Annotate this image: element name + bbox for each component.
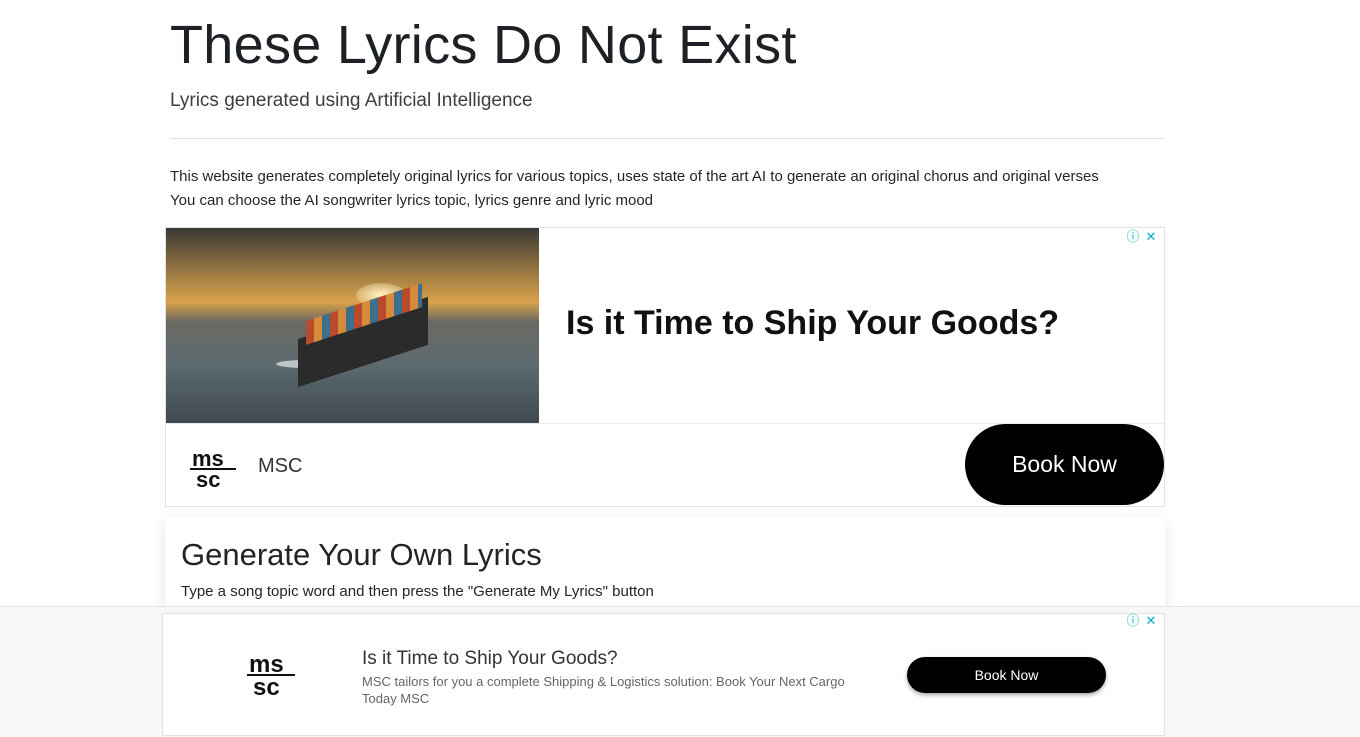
ad-brand-name[interactable]: MSC: [258, 455, 302, 478]
info-icon[interactable]: ⓘ: [1126, 614, 1140, 628]
anchor-ad[interactable]: ms sc Is it Time to Ship Your Goods? MSC…: [162, 613, 1165, 736]
card-instructions: Type a song topic word and then press th…: [181, 583, 654, 600]
ad-headline[interactable]: Is it Time to Ship Your Goods?: [566, 304, 1059, 343]
anchor-ad-description[interactable]: MSC tailors for you a complete Shipping …: [362, 673, 852, 707]
msc-logo-icon[interactable]: ms sc: [188, 446, 240, 490]
header-divider: [170, 138, 1165, 139]
book-now-button[interactable]: Book Now: [965, 424, 1164, 505]
ad-choices[interactable]: ⓘ ✕: [1126, 230, 1158, 244]
intro-text: This website generates completely origin…: [170, 165, 1170, 213]
intro-line-1: This website generates completely origin…: [170, 168, 1099, 185]
svg-text:sc: sc: [253, 674, 280, 698]
anchor-book-now-button[interactable]: Book Now: [907, 657, 1106, 693]
svg-text:sc: sc: [196, 467, 220, 490]
close-icon[interactable]: ✕: [1144, 230, 1158, 244]
anchor-ad-bar: ms sc Is it Time to Ship Your Goods? MSC…: [0, 606, 1360, 737]
site-subtitle: Lyrics generated using Artificial Intell…: [170, 90, 533, 111]
ad-choices[interactable]: ⓘ ✕: [1126, 614, 1158, 628]
close-icon[interactable]: ✕: [1144, 614, 1158, 628]
ad-ship-image[interactable]: [166, 228, 539, 423]
anchor-ad-headline[interactable]: Is it Time to Ship Your Goods?: [362, 648, 618, 670]
msc-logo-icon[interactable]: ms sc: [245, 650, 299, 698]
info-icon[interactable]: ⓘ: [1126, 230, 1140, 244]
display-ad[interactable]: ⓘ ✕ Is it Time to Ship Your Goods? ms sc…: [165, 227, 1165, 507]
site-title: These Lyrics Do Not Exist: [170, 15, 797, 75]
intro-line-2: You can choose the AI songwriter lyrics …: [170, 192, 654, 209]
card-title: Generate Your Own Lyrics: [181, 537, 542, 572]
